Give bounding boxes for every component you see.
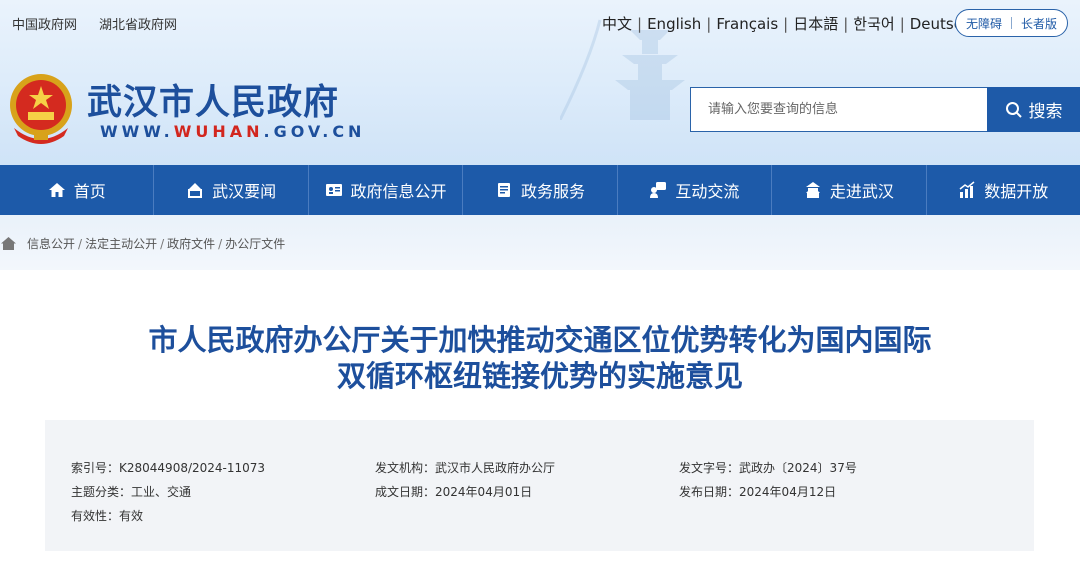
meta-index: 索引号：K28044908/2024-11073 [71,459,265,476]
lang-divider: | [843,15,849,33]
breadcrumb-item[interactable]: 法定主动公开 [85,235,157,252]
lang-japanese[interactable]: 日本語 [793,15,838,33]
top-link-hubei[interactable]: 湖北省政府网 [99,18,177,33]
nav-item-open-data[interactable]: 数据开放 [927,165,1080,215]
meta-label: 发布日期： [679,485,740,499]
breadcrumb-bar: 信息公开 / 法定主动公开 / 政府文件 / 办公厅文件 [0,215,1080,270]
breadcrumb: 信息公开 / 法定主动公开 / 政府文件 / 办公厅文件 [0,235,285,252]
meta-label: 主题分类： [71,485,132,499]
breadcrumb-item[interactable]: 办公厅文件 [225,235,285,252]
nav-item-news[interactable]: 武汉要闻 [154,165,309,215]
home-icon[interactable] [0,236,17,251]
access-divider [1011,17,1012,29]
meta-value: 武汉市人民政府办公厅 [435,461,556,475]
home-icon [48,183,65,197]
barrier-free-link[interactable]: 无障碍 [966,15,1002,32]
search-input[interactable] [690,87,988,132]
meta-label: 索引号： [71,461,120,475]
chat-icon [650,182,667,198]
elder-mode-link[interactable]: 长者版 [1021,15,1057,32]
lang-divider: | [899,15,905,33]
site-url: WWW.WUHAN.GOV.CN [100,122,365,141]
lang-chinese[interactable]: 中文 [602,15,632,33]
title-line: 市人民政府办公厅关于加快推动交通区位优势转化为国内国际 [148,323,932,357]
meta-validity: 有效性：有效 [71,507,143,524]
search-button[interactable]: 搜索 [987,87,1080,132]
nav-item-home[interactable]: 首页 [0,165,155,215]
meta-label: 有效性： [71,509,120,523]
site-header: 中国政府网 湖北省政府网 中文 | English | Français | 日本語 | 한국어 |… [0,0,1080,165]
language-switcher: 中文 | English | Français | 日本語 | 한국어 | Deutsch [602,13,972,34]
meta-issuer: 发文机构：武汉市人民政府办公厅 [375,459,555,476]
breadcrumb-item[interactable]: 政府文件 [167,235,215,252]
nav-label: 互动交流 [675,182,740,201]
lang-french[interactable]: Français [716,15,778,33]
nav-label: 武汉要闻 [212,182,277,201]
nav-label: 数据开放 [984,182,1049,201]
url-suffix: .GOV.CN [263,122,366,141]
service-icon [497,183,510,197]
meta-written-date: 成文日期：2024年04月01日 [375,483,532,500]
breadcrumb-separator: / [218,236,223,251]
meta-label: 成文日期： [375,485,436,499]
meta-label: 发文字号： [679,461,740,475]
meta-topic: 主题分类：工业、交通 [71,483,191,500]
national-emblem-icon[interactable] [6,70,76,146]
meta-published-date: 发布日期：2024年04月12日 [679,483,836,500]
top-links: 中国政府网 湖北省政府网 [12,14,199,33]
search-icon [1005,101,1022,118]
nav-label: 首页 [73,182,106,201]
news-icon [188,183,203,198]
meta-value: 2024年04月12日 [739,485,837,499]
chart-icon [959,181,975,198]
meta-value: K28044908/2024-11073 [119,461,266,475]
lang-korean[interactable]: 한국어 [853,15,894,33]
nav-item-interaction[interactable]: 互动交流 [618,165,773,215]
title-line: 双循环枢纽链接优势的实施意见 [336,359,743,393]
breadcrumb-separator: / [78,236,83,251]
url-highlight: WUHAN [173,122,264,141]
main-nav: 首页 武汉要闻 政府信息公开 政务服务 互动交流 走进武汉 数据开放 [0,165,1080,215]
breadcrumb-item[interactable]: 信息公开 [27,235,75,252]
accessibility-toggle: 无障碍 长者版 [955,9,1068,37]
nav-label: 政务服务 [520,182,585,201]
top-link-gov[interactable]: 中国政府网 [12,18,77,33]
nav-label: 走进武汉 [829,182,894,201]
meta-value: 有效 [119,509,144,523]
search-button-label: 搜索 [1028,102,1063,122]
lang-english[interactable]: English [647,15,701,33]
nav-item-gov-services[interactable]: 政务服务 [463,165,618,215]
lang-divider: | [706,15,712,33]
nav-item-about-wuhan[interactable]: 走进武汉 [772,165,927,215]
meta-value: 2024年04月01日 [435,485,533,499]
lang-divider: | [637,15,643,33]
site-title[interactable]: 武汉市人民政府 [87,74,339,125]
breadcrumb-separator: / [160,236,165,251]
document-meta: 索引号：K28044908/2024-11073 发文机构：武汉市人民政府办公厅… [45,420,1034,551]
meta-label: 发文机构： [375,461,436,475]
building-icon [805,182,820,198]
info-card-icon [325,184,342,196]
article-title: 市人民政府办公厅关于加快推动交通区位优势转化为国内国际 双循环枢纽链接优势的实施… [60,322,1020,394]
meta-value: 工业、交通 [131,485,192,499]
url-prefix: WWW. [100,122,174,141]
lang-divider: | [783,15,789,33]
meta-doc-no: 发文字号：武政办〔2024〕37号 [679,459,857,476]
nav-label: 政府信息公开 [350,182,447,201]
meta-value: 武政办〔2024〕37号 [739,461,857,475]
nav-item-info-disclosure[interactable]: 政府信息公开 [309,165,464,215]
